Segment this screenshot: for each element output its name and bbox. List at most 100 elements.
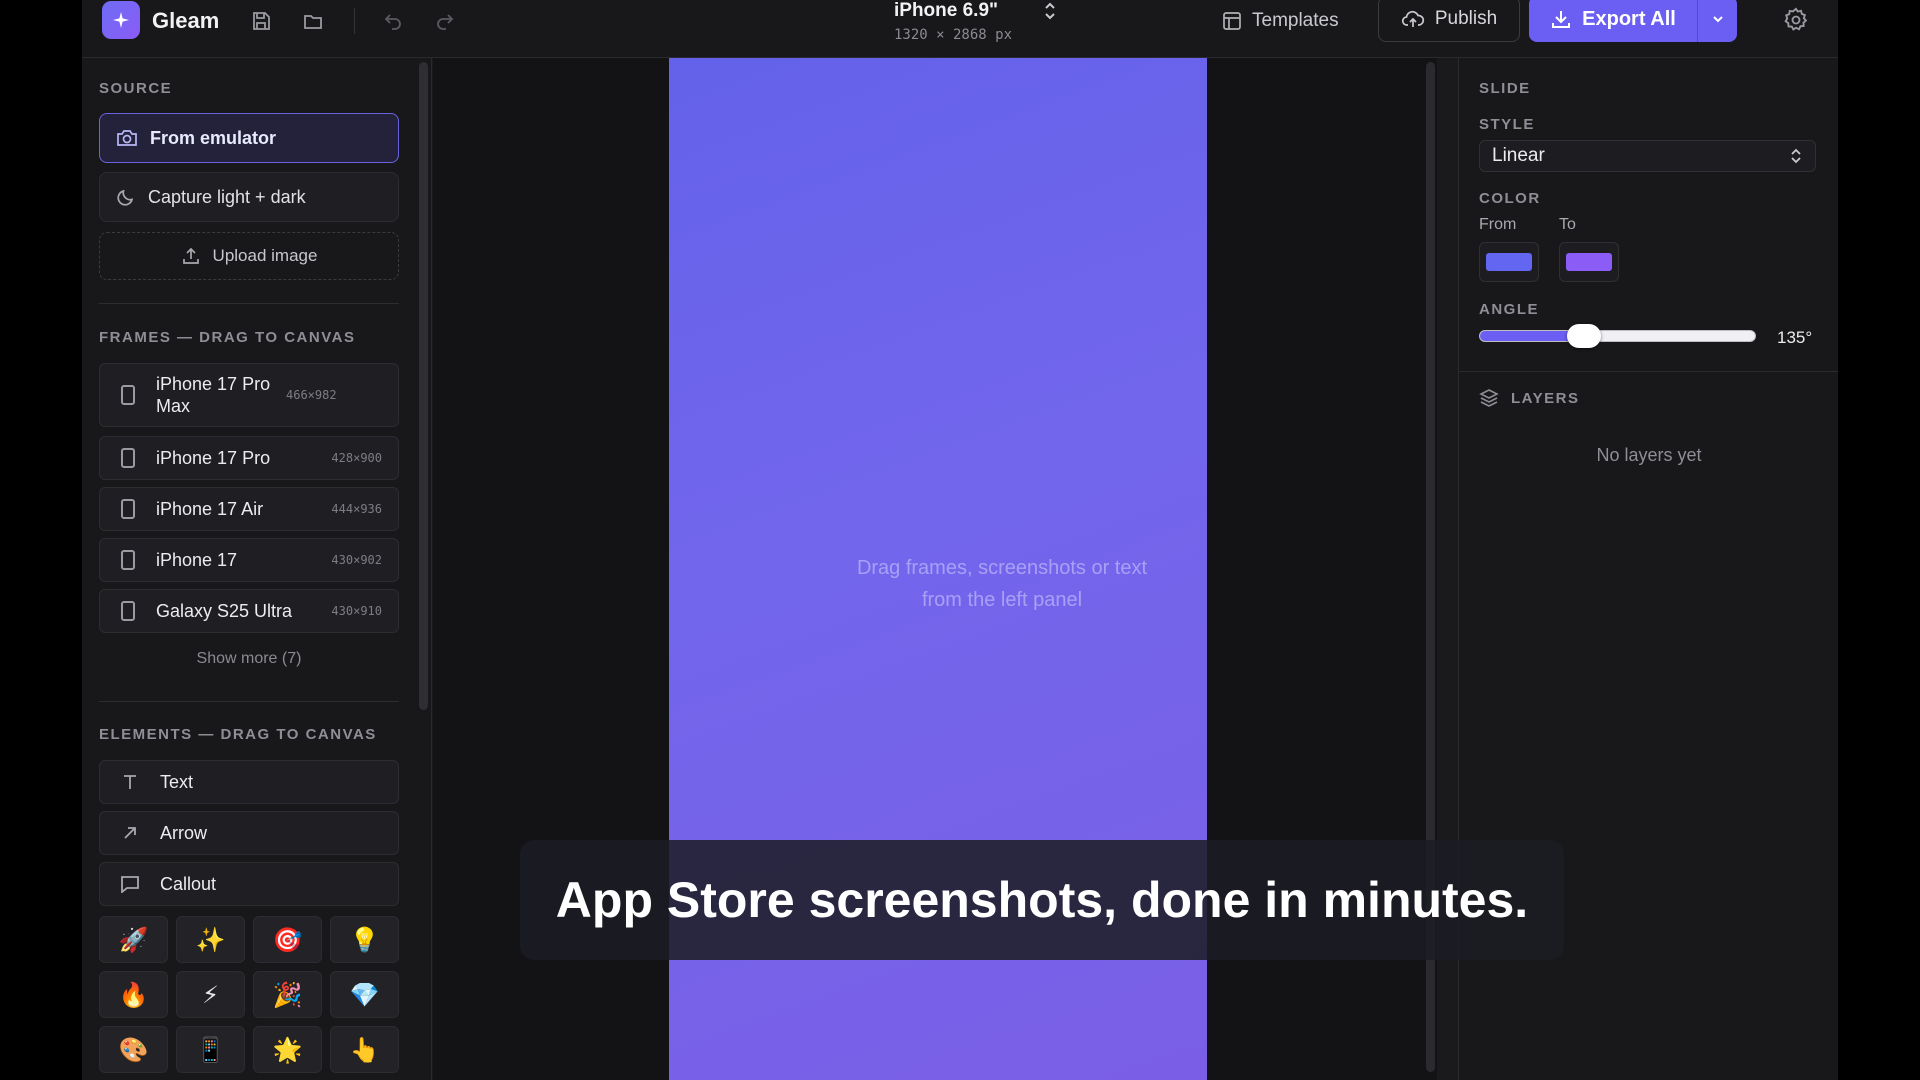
- emoji-rocket[interactable]: 🚀: [99, 916, 168, 963]
- publish-button[interactable]: Publish: [1378, 0, 1520, 42]
- element-label: Arrow: [160, 822, 208, 843]
- emoji-star[interactable]: 🌟: [253, 1026, 322, 1073]
- canvas-empty-hint: Drag frames, screenshots or text from th…: [802, 552, 1202, 616]
- section-divider: [99, 701, 399, 702]
- frame-dimensions: 444×936: [331, 502, 382, 516]
- device-size: 1320 × 2868 px: [894, 27, 1013, 43]
- emoji-fire[interactable]: 🔥: [99, 971, 168, 1018]
- emoji-lightning[interactable]: ⚡: [176, 971, 245, 1018]
- sparkle-icon: [113, 12, 129, 28]
- source-heading: SOURCE: [99, 80, 173, 97]
- color-heading: COLOR: [1479, 190, 1541, 207]
- device-selector[interactable]: iPhone 6.9": [894, 0, 998, 22]
- emoji-palette[interactable]: 🎨: [99, 1026, 168, 1073]
- download-icon: [1552, 11, 1571, 28]
- frame-dimensions: 466×982: [286, 388, 337, 402]
- chevron-down-icon: [1712, 16, 1723, 23]
- upload-image-button[interactable]: Upload image: [99, 232, 399, 280]
- frame-dimensions: 430×910: [331, 604, 382, 618]
- frame-item-iphone-17-pro-max[interactable]: iPhone 17 Pro Max 466×982: [99, 363, 399, 427]
- app-name: Gleam: [152, 8, 220, 33]
- phone-icon: [121, 448, 135, 468]
- camera-icon: [117, 130, 137, 146]
- phone-icon: [121, 385, 135, 405]
- phone-icon: [121, 499, 135, 519]
- frame-name: iPhone 17 Pro Max: [156, 374, 271, 416]
- templates-label: Templates: [1252, 10, 1339, 31]
- to-label: To: [1559, 216, 1576, 233]
- export-all-button[interactable]: Export All: [1529, 0, 1697, 42]
- frame-name: iPhone 17 Pro: [156, 448, 271, 468]
- capture-light-dark-button[interactable]: Capture light + dark: [99, 172, 399, 222]
- from-color-swatch: [1486, 253, 1532, 271]
- element-arrow[interactable]: Arrow: [99, 811, 399, 855]
- emoji-target[interactable]: 🎯: [253, 916, 322, 963]
- export-dropdown-button[interactable]: [1697, 0, 1737, 42]
- save-icon[interactable]: [246, 6, 276, 36]
- left-scrollbar[interactable]: [419, 62, 428, 710]
- frame-item-iphone-17-pro[interactable]: iPhone 17 Pro 428×900: [99, 436, 399, 480]
- folder-icon[interactable]: [298, 6, 328, 36]
- emoji-bulb[interactable]: 💡: [330, 916, 399, 963]
- hint-line-1: Drag frames, screenshots or text: [856, 557, 1148, 579]
- angle-heading: ANGLE: [1479, 301, 1539, 318]
- section-divider: [1459, 371, 1838, 372]
- callout-icon: [100, 875, 160, 893]
- style-value: Linear: [1492, 145, 1545, 166]
- undo-icon[interactable]: [378, 6, 408, 36]
- logo-badge: [102, 1, 140, 39]
- emoji-sparkles[interactable]: ✨: [176, 916, 245, 963]
- style-heading: STYLE: [1479, 116, 1535, 133]
- redo-icon[interactable]: [430, 6, 460, 36]
- layers-header: LAYERS: [1479, 388, 1579, 408]
- to-color-swatch: [1566, 253, 1612, 271]
- chevron-updown-icon: [1791, 148, 1801, 164]
- angle-slider[interactable]: [1479, 324, 1756, 348]
- caption-overlay: App Store screenshots, done in minutes.: [520, 840, 1564, 960]
- frames-heading: FRAMES — DRAG TO CANVAS: [99, 329, 356, 346]
- emoji-grid: 🚀 ✨ 🎯 💡 🔥 ⚡ 🎉 💎 🎨 📱 🌟 👆: [99, 916, 399, 1073]
- style-select[interactable]: Linear: [1479, 140, 1816, 172]
- emoji-party[interactable]: 🎉: [253, 971, 322, 1018]
- elements-heading: ELEMENTS — DRAG TO CANVAS: [99, 726, 377, 743]
- gear-icon[interactable]: [1782, 6, 1810, 39]
- frame-item-iphone-17[interactable]: iPhone 17 430×902: [99, 538, 399, 582]
- no-layers-message: No layers yet: [1596, 445, 1702, 465]
- element-label: Text: [160, 771, 194, 792]
- emoji-phone[interactable]: 📱: [176, 1026, 245, 1073]
- chevron-updown-icon[interactable]: [1042, 0, 1058, 27]
- left-panel: SOURCE From emulator Capture light + dar…: [82, 58, 432, 1080]
- cloud-upload-icon: [1401, 10, 1424, 27]
- frame-name: iPhone 17 Air: [156, 499, 264, 519]
- layers-icon: [1479, 389, 1499, 407]
- to-color-picker[interactable]: [1559, 242, 1619, 282]
- layers-heading: LAYERS: [1511, 389, 1580, 407]
- emoji-gem[interactable]: 💎: [330, 971, 399, 1018]
- text-icon: [100, 773, 160, 791]
- element-callout[interactable]: Callout: [99, 862, 399, 906]
- app-window: Gleam iPhone 6.9" 1320 × 2868 px Templat…: [82, 0, 1838, 1080]
- from-color-picker[interactable]: [1479, 242, 1539, 282]
- capture-light-dark-label: Capture light + dark: [148, 186, 306, 207]
- templates-button[interactable]: Templates: [1222, 6, 1339, 36]
- angle-value: 135°: [1777, 328, 1813, 347]
- emoji-pointing-up[interactable]: 👆: [330, 1026, 399, 1073]
- frame-item-galaxy-s25-ultra[interactable]: Galaxy S25 Ultra 430×910: [99, 589, 399, 633]
- publish-label: Publish: [1434, 8, 1498, 29]
- export-button-group: Export All: [1529, 0, 1737, 42]
- frame-dimensions: 430×902: [331, 553, 382, 567]
- from-label: From: [1479, 216, 1517, 233]
- layout-icon: [1223, 12, 1241, 30]
- angle-slider-thumb[interactable]: [1567, 324, 1601, 348]
- frame-item-iphone-17-air[interactable]: iPhone 17 Air 444×936: [99, 487, 399, 531]
- toolbar-divider: [354, 8, 355, 34]
- arrow-icon: [100, 824, 160, 842]
- element-text[interactable]: Text: [99, 760, 399, 804]
- export-label: Export All: [1582, 7, 1676, 30]
- hint-line-2: from the left panel: [921, 589, 1083, 611]
- from-emulator-label: From emulator: [150, 127, 277, 148]
- slide-heading: SLIDE: [1479, 80, 1531, 97]
- from-emulator-button[interactable]: From emulator: [99, 113, 399, 163]
- frame-name: Galaxy S25 Ultra: [156, 601, 293, 621]
- show-more-link[interactable]: Show more (7): [99, 650, 399, 668]
